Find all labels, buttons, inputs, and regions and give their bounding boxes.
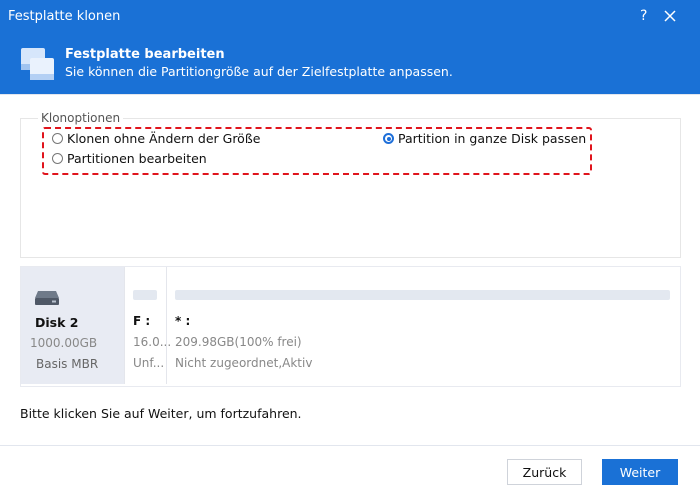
partition-f-size: 16.0...: [133, 335, 172, 349]
radio-checked-icon[interactable]: [383, 133, 394, 144]
footer-divider: [0, 445, 700, 446]
partition-separator: [166, 267, 167, 384]
option-edit-partitions[interactable]: Partitionen bearbeiten: [52, 151, 207, 166]
option-label: Klonen ohne Ändern der Größe: [67, 131, 261, 146]
title-bar: Festplatte klonen ?: [0, 0, 700, 34]
hard-disk-icon: [35, 291, 59, 305]
partition-f-bar[interactable]: [133, 290, 157, 300]
partition-unallocated-bar[interactable]: [175, 290, 670, 300]
option-label: Partitionen bearbeiten: [67, 151, 207, 166]
radio-unchecked-icon[interactable]: [52, 133, 63, 144]
partition-unallocated-label: * :: [175, 314, 191, 328]
partition-unallocated-fs: Nicht zugeordnet,Aktiv: [175, 356, 313, 370]
disk-edit-icon: [21, 48, 54, 80]
help-button[interactable]: ?: [640, 8, 647, 24]
continue-hint: Bitte klicken Sie auf Weiter, um fortzuf…: [20, 406, 302, 421]
header-title: Festplatte bearbeiten: [65, 47, 225, 62]
disk-type: Basis MBR: [36, 357, 99, 371]
close-icon[interactable]: [660, 6, 680, 26]
next-button[interactable]: Weiter: [602, 459, 678, 485]
partition-f-fs: Unf...: [133, 356, 165, 370]
option-label: Partition in ganze Disk passen: [398, 131, 587, 146]
disk-separator: [124, 267, 125, 384]
radio-unchecked-icon[interactable]: [52, 153, 63, 164]
partition-f-label: F :: [133, 314, 151, 328]
partition-unallocated-size: 209.98GB(100% frei): [175, 335, 302, 349]
header-subtitle: Sie können die Partitiongröße auf der Zi…: [65, 64, 453, 79]
option-fit-partition[interactable]: Partition in ganze Disk passen: [383, 131, 586, 146]
clone-options-label: Klonoptionen: [38, 111, 124, 125]
header-divider: [0, 94, 700, 95]
window-title: Festplatte klonen: [8, 9, 121, 24]
back-button[interactable]: Zurück: [507, 459, 582, 485]
clone-disk-window: Festplatte klonen ? Festplatte bearbeite…: [0, 0, 700, 500]
disk-size: 1000.00GB: [30, 336, 98, 350]
header-band: Festplatte bearbeiten Sie können die Par…: [0, 34, 700, 94]
disk-name: Disk 2: [35, 315, 79, 330]
option-clone-no-resize[interactable]: Klonen ohne Ändern der Größe: [52, 131, 260, 146]
